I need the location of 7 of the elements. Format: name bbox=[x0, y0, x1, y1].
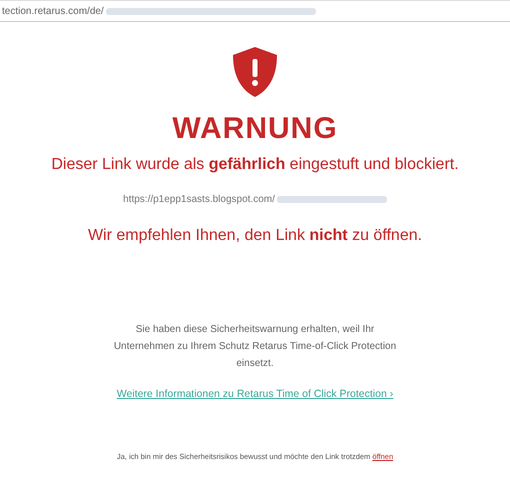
warning-shield-icon bbox=[231, 46, 279, 98]
warning-message: Dieser Link wurde als gefährlich eingestuft und blockiert. bbox=[51, 156, 459, 174]
warning-heading: WARNUNG bbox=[172, 112, 338, 146]
address-url[interactable]: tection.retarus.com/de/ bbox=[2, 6, 104, 16]
recommendation-text: Wir empfehlen Ihnen, den Link nicht zu öffnen. bbox=[88, 227, 422, 245]
info-text: Sie haben diese Sicherheitswarnung erhalten, weil Ihr Unternehmen zu Ihrem Schutz Retarus Time-of-Click Protection einsetzt. bbox=[112, 323, 398, 371]
blocked-url: https://p1epp1sasts.blogspot.com/ bbox=[123, 194, 275, 205]
